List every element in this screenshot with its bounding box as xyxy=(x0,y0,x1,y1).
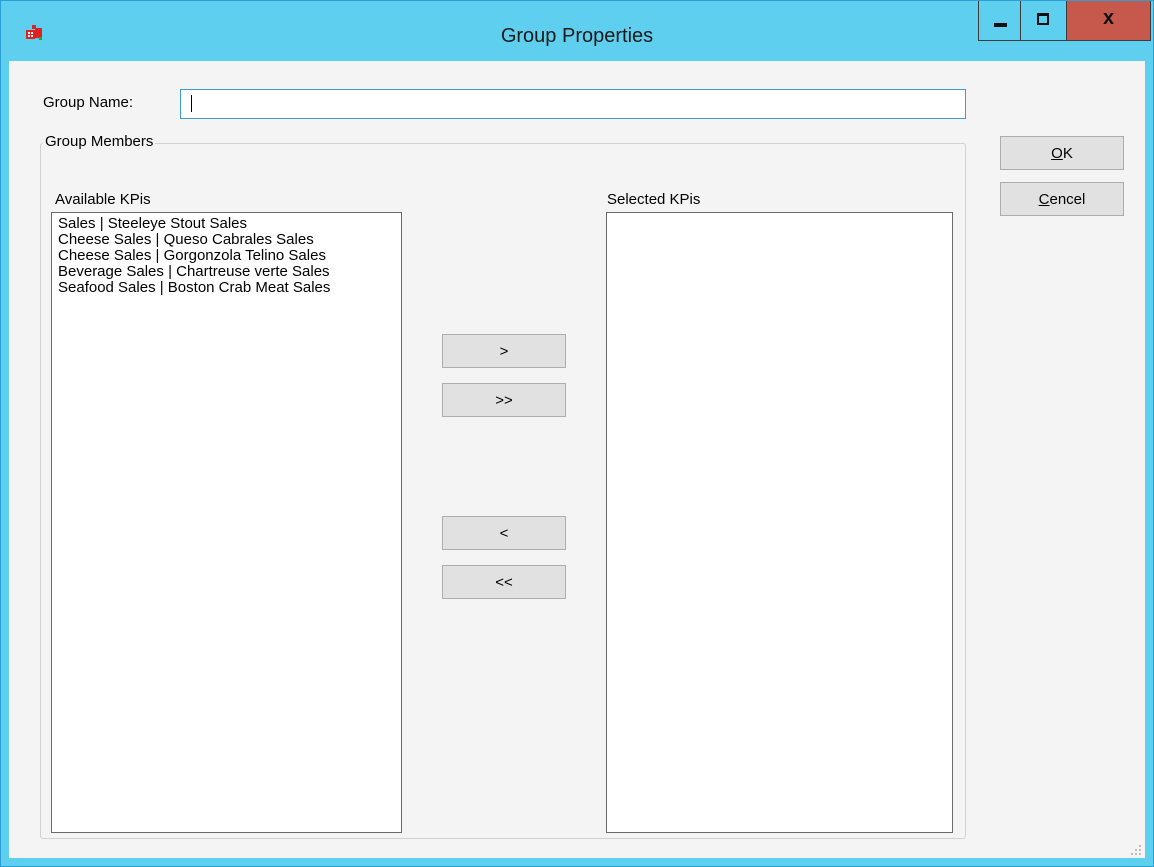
remove-all-button[interactable]: << xyxy=(442,565,566,599)
ok-label-rest: K xyxy=(1062,144,1073,162)
ok-accelerator: O xyxy=(1051,144,1063,162)
maximize-button[interactable] xyxy=(1021,1,1067,41)
list-item[interactable]: Seafood Sales | Boston Crab Meat Sales xyxy=(58,280,401,296)
cancel-label-rest: encel xyxy=(1049,190,1086,208)
group-name-input[interactable] xyxy=(180,89,966,119)
list-item[interactable]: Beverage Sales | Chartreuse verte Sales xyxy=(58,264,401,280)
dialog-body: Group Name: Group Members Available KPis… xyxy=(9,61,1145,858)
group-name-label: Group Name: xyxy=(43,94,134,111)
remove-selected-button[interactable]: < xyxy=(442,516,566,550)
cancel-button[interactable]: Cencel xyxy=(1000,182,1124,216)
add-all-button[interactable]: >> xyxy=(442,383,566,417)
close-button[interactable]: x xyxy=(1067,1,1151,41)
dialog-window: Group Properties x Group Name: Group Mem… xyxy=(0,0,1154,867)
list-item[interactable]: Sales | Steeleye Stout Sales xyxy=(58,216,401,232)
selected-kpis-list[interactable] xyxy=(606,212,953,833)
list-item[interactable]: Cheese Sales | Gorgonzola Telino Sales xyxy=(58,248,401,264)
maximize-icon xyxy=(1037,13,1049,25)
close-icon: x xyxy=(1102,7,1115,29)
minimize-button[interactable] xyxy=(978,1,1021,41)
resize-grip[interactable] xyxy=(1131,845,1141,855)
title-bar[interactable]: Group Properties x xyxy=(1,1,1153,61)
text-caret xyxy=(191,95,192,112)
available-kpis-label: Available KPis xyxy=(55,191,151,208)
minimize-icon xyxy=(994,23,1007,27)
available-kpis-list[interactable]: Sales | Steeleye Stout Sales Cheese Sale… xyxy=(51,212,402,833)
ok-button[interactable]: OK xyxy=(1000,136,1124,170)
selected-kpis-label: Selected KPis xyxy=(607,191,701,208)
group-members-legend: Group Members xyxy=(43,133,156,150)
list-item[interactable]: Cheese Sales | Queso Cabrales Sales xyxy=(58,232,401,248)
add-selected-button[interactable]: > xyxy=(442,334,566,368)
cancel-accelerator: C xyxy=(1038,190,1050,208)
